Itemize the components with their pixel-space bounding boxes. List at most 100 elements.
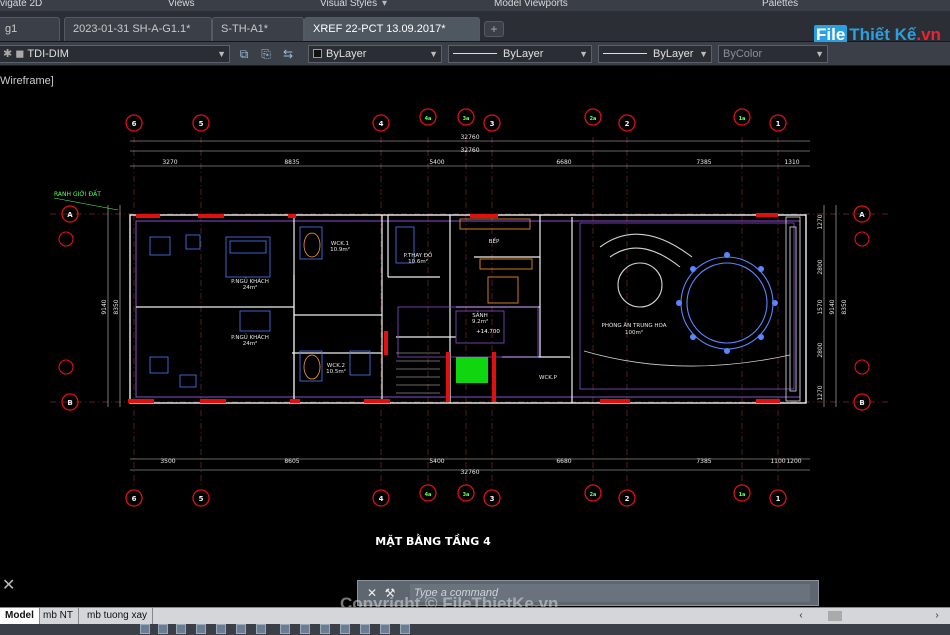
left-dim-total: 9140	[101, 299, 108, 314]
doc-tab-3[interactable]: S-TH-A1*	[212, 17, 304, 41]
grid-label: 2	[625, 495, 630, 503]
grid-label: 6	[132, 495, 137, 503]
grid-label: 2a	[590, 492, 597, 498]
chevron-down-icon: ▼	[815, 49, 824, 59]
layout-tab-mb-nt[interactable]: mb NT	[38, 608, 79, 624]
room-area: 10.6m²	[408, 258, 428, 265]
overall-dimension-bottom: 32760	[460, 469, 479, 476]
layer-value: TDI-DIM	[27, 48, 69, 60]
ducs-icon[interactable]	[256, 624, 266, 634]
grid-label: B	[67, 399, 72, 407]
dyn-icon[interactable]	[280, 624, 290, 634]
grid-label: 3	[490, 495, 495, 503]
grid-label: 5	[199, 120, 204, 128]
room-area: 9.2m²	[472, 318, 488, 325]
lineweight-dropdown[interactable]: ByLayer ▼	[598, 45, 712, 63]
doc-tab-label: S-TH-A1*	[221, 23, 269, 35]
quick-properties-icon[interactable]	[400, 624, 410, 634]
grid-bubbles-bottom: 6 5 4 4a 3a 3 2a 2 1a 1	[125, 484, 787, 507]
plotstyle-dropdown[interactable]: ByColor ▼	[718, 45, 828, 63]
status-bar	[0, 624, 950, 635]
selection-cycling-icon[interactable]	[340, 624, 350, 634]
top-dim: 8835	[284, 159, 299, 166]
scroll-left-icon[interactable]: ‹	[794, 609, 808, 623]
right-wing-windows	[785, 216, 801, 402]
drawing-viewport[interactable]: Wireframe] 32760 32760 3270 8835 5400 66…	[0, 67, 950, 607]
ribbon-panel-palettes[interactable]: Palettes	[762, 0, 798, 9]
close-command-window-icon[interactable]: ✕	[2, 575, 15, 595]
plotstyle-value: ByColor	[723, 48, 763, 60]
ribbon-panel-navigate[interactable]: vigate 2D	[0, 0, 42, 9]
ribbon-panel-titles: vigate 2D Views Visual Styles ▾ Model Vi…	[0, 0, 950, 11]
chevron-down-icon: ▼	[429, 49, 438, 59]
otrack-icon[interactable]	[236, 624, 246, 634]
lineweight-value: ByLayer	[653, 48, 694, 60]
room-name: SẢNH	[472, 311, 488, 319]
make-current-layer-icon[interactable]: ⎘	[258, 46, 274, 62]
linetype-dropdown[interactable]: ByLayer ▼	[448, 45, 592, 63]
layout-tab-mb-tuong-xay[interactable]: mb tuong xay	[82, 608, 154, 624]
layout-tab-bar: Model mb NT mb tuong xay ‹ ›	[0, 607, 950, 624]
horizontal-scroll-thumb[interactable]	[828, 611, 842, 621]
doc-tab-active[interactable]: XREF 22-PCT 13.09.2017*	[304, 17, 480, 41]
top-dim: 3270	[162, 159, 177, 166]
color-value: ByLayer	[326, 48, 367, 60]
room-area: 10.5m²	[326, 368, 346, 375]
properties-toolbar: ✱ ◼ TDI-DIM ▼ ⧉ ⎘ ⇆ ByLayer ▼ ByLayer ▼ B…	[0, 42, 950, 66]
room-area: 10.9m²	[330, 246, 350, 253]
left-dim-total-2: 8350	[113, 299, 120, 314]
units-icon[interactable]	[380, 624, 390, 634]
layer-properties-icon[interactable]: ⧉	[236, 46, 252, 62]
right-dim-total-2: 8350	[841, 299, 848, 314]
bottom-dim: 3500	[160, 458, 175, 465]
boundary-note: RANH GIỚI ĐẤT	[54, 190, 101, 198]
grid-label: 4a	[425, 116, 432, 122]
room-name: P.NGỦ KHÁCH	[231, 277, 269, 285]
doc-tab-2[interactable]: 2023-01-31 SH-A-G1.1*	[64, 17, 212, 41]
grid-display-icon[interactable]	[158, 624, 168, 634]
osnap-icon[interactable]	[216, 624, 226, 634]
room-area: 100m²	[625, 329, 643, 336]
snap-icon[interactable]	[140, 624, 150, 634]
grid-label: 1a	[739, 492, 746, 498]
grid-label: 3	[490, 120, 495, 128]
ribbon-panel-visual-styles[interactable]: Visual Styles	[320, 0, 377, 9]
ortho-icon[interactable]	[176, 624, 186, 634]
room-name: P.THAY ĐỒ	[404, 250, 433, 259]
layout-tab-model[interactable]: Model	[0, 608, 40, 624]
right-dim: 2800	[817, 342, 824, 357]
stair-landing-highlight	[456, 357, 488, 383]
dimension-lines	[107, 140, 837, 471]
room-name: P.NGỦ KHÁCH	[231, 333, 269, 341]
layer-previous-icon[interactable]: ⇆	[280, 46, 296, 62]
bottom-dim: 7385	[696, 458, 711, 465]
grid-label: 2a	[590, 116, 597, 122]
transparency-icon[interactable]	[320, 624, 330, 634]
chevron-down-icon: ▼	[579, 49, 588, 59]
grid-label: 1	[776, 495, 781, 503]
annotation-monitor-icon[interactable]	[360, 624, 370, 634]
room-area: 24m²	[243, 340, 258, 347]
room-area: 24m²	[243, 284, 258, 291]
new-tab-button[interactable]: +	[484, 21, 504, 37]
layer-dropdown[interactable]: ✱ ◼ TDI-DIM ▼	[0, 45, 230, 63]
room-name: PHÒNG ĂN TRUNG HOA	[602, 322, 667, 329]
bottom-dim: 1100	[770, 458, 785, 465]
polar-icon[interactable]	[196, 624, 206, 634]
ribbon-panel-views[interactable]: Views	[168, 0, 195, 9]
right-dim: 1270	[817, 214, 824, 229]
scroll-right-icon[interactable]: ›	[930, 609, 944, 623]
bottom-dim: 5400	[429, 458, 444, 465]
viewport-visual-style-label[interactable]: Wireframe]	[0, 75, 54, 87]
color-dropdown[interactable]: ByLayer ▼	[308, 45, 442, 63]
layer-state-icons: ✱ ◼	[3, 48, 25, 60]
doc-tab-1[interactable]: g1	[0, 17, 60, 41]
grid-label: 6	[132, 120, 137, 128]
visual-styles-dropdown-icon[interactable]: ▾	[382, 0, 387, 9]
grid-label: 4	[379, 495, 384, 503]
ribbon-panel-model-viewports[interactable]: Model Viewports	[494, 0, 568, 9]
document-tab-bar: g1 2023-01-31 SH-A-G1.1* S-TH-A1* XREF 2…	[0, 11, 950, 44]
grid-label: A	[859, 211, 865, 219]
lineweight-icon[interactable]	[300, 624, 310, 634]
right-dim: 1270	[817, 385, 824, 400]
